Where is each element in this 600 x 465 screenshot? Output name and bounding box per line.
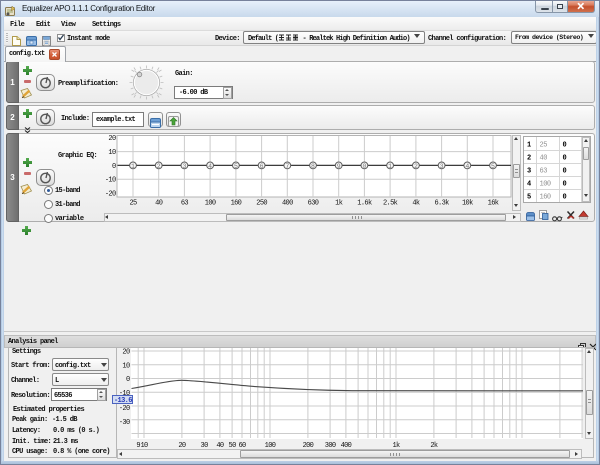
svg-text:9: 9 [337, 163, 341, 170]
svg-text:10k: 10k [462, 200, 473, 208]
svg-text:2.5k: 2.5k [383, 200, 398, 208]
svg-text:2: 2 [527, 155, 531, 163]
svg-text:1: 1 [131, 163, 135, 170]
svg-text:160: 160 [231, 200, 242, 208]
svg-text:20: 20 [108, 135, 116, 143]
svg-text:2: 2 [414, 163, 418, 170]
svg-text:4: 4 [465, 163, 469, 170]
svg-text:4: 4 [527, 181, 531, 189]
svg-text:0: 0 [563, 168, 567, 176]
svg-text:0: 0 [563, 181, 567, 189]
svg-text:5: 5 [527, 194, 531, 202]
svg-text:100: 100 [540, 181, 551, 189]
svg-text:0: 0 [126, 376, 130, 384]
svg-text:3: 3 [527, 168, 531, 176]
svg-text:2: 2 [157, 163, 161, 170]
svg-text:0: 0 [563, 155, 567, 163]
svg-text:1: 1 [527, 142, 531, 150]
svg-text:0: 0 [112, 163, 116, 171]
svg-text:-10: -10 [105, 177, 116, 185]
svg-text:63: 63 [181, 200, 189, 208]
svg-text:4: 4 [208, 163, 212, 170]
svg-text:-30: -30 [119, 419, 130, 427]
svg-text:16k: 16k [488, 200, 499, 208]
svg-text:0: 0 [362, 163, 366, 170]
svg-text:25: 25 [129, 200, 137, 208]
svg-text:400: 400 [282, 200, 293, 208]
svg-text:3: 3 [182, 163, 186, 170]
svg-text:10: 10 [122, 362, 130, 370]
svg-text:8: 8 [311, 163, 315, 170]
svg-text:3: 3 [440, 163, 444, 170]
svg-text:40: 40 [540, 155, 548, 163]
svg-text:0: 0 [563, 194, 567, 202]
svg-text:630: 630 [308, 200, 319, 208]
svg-text:5: 5 [491, 163, 495, 170]
svg-text:25: 25 [540, 142, 548, 150]
svg-text:63: 63 [540, 168, 548, 176]
svg-text:7: 7 [285, 163, 289, 170]
svg-text:0: 0 [563, 142, 567, 150]
svg-text:4k: 4k [412, 200, 420, 208]
svg-text:-20: -20 [105, 191, 116, 199]
svg-text:40: 40 [155, 200, 163, 208]
svg-text:6.3k: 6.3k [434, 200, 449, 208]
svg-text:1: 1 [388, 163, 392, 170]
svg-text:10: 10 [108, 149, 116, 157]
svg-text:20: 20 [122, 349, 130, 357]
svg-text:100: 100 [205, 200, 216, 208]
svg-text:5: 5 [234, 163, 238, 170]
svg-text:6: 6 [260, 163, 264, 170]
svg-text:1k: 1k [335, 200, 343, 208]
svg-text:160: 160 [540, 194, 551, 202]
svg-text:-20: -20 [119, 405, 130, 413]
svg-text:1.6k: 1.6k [357, 200, 372, 208]
svg-text:250: 250 [256, 200, 267, 208]
